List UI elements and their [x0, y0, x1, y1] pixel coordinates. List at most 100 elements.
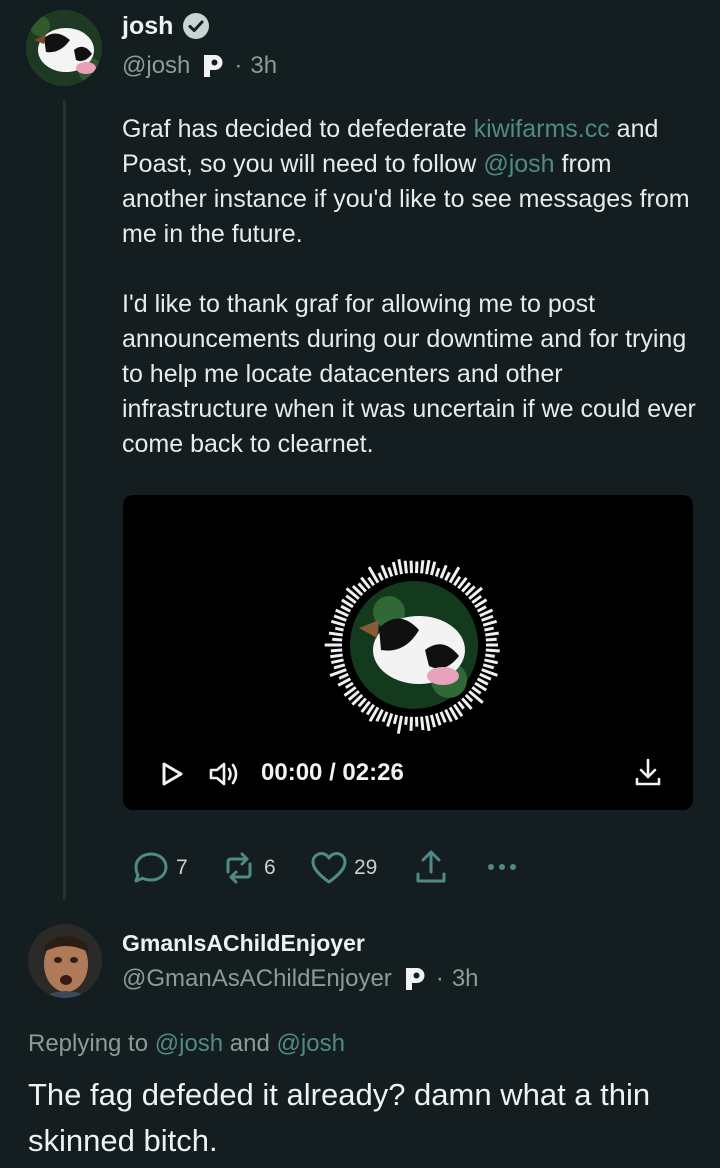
visualizer-bar — [429, 561, 437, 576]
visualizer-bar — [338, 672, 349, 680]
time-separator: · — [234, 52, 243, 79]
heart-icon — [311, 852, 347, 884]
visualizer-bar — [367, 576, 375, 587]
visualizer-bar — [471, 686, 482, 695]
reply-author-avatar[interactable] — [28, 924, 102, 998]
verified-badge-icon — [183, 13, 209, 39]
video-current-time: 00:00 — [261, 759, 323, 786]
visualizer-bar — [484, 658, 498, 665]
like-count: 29 — [354, 856, 378, 879]
visualizer-bar — [476, 605, 487, 613]
reply-icon — [134, 852, 168, 883]
visualizer-bar — [330, 619, 346, 627]
visualizer-bar — [334, 626, 344, 632]
replying-mention-1[interactable]: @josh — [155, 1030, 223, 1057]
visualizer-bar — [453, 575, 462, 587]
visualizer-bar — [332, 637, 343, 642]
replying-to-line: Replying to @josh and @josh — [28, 1030, 345, 1058]
reply-content: The fag defeded it already? damn what a … — [28, 1077, 651, 1158]
visualizer-bar — [485, 653, 495, 658]
visualizer-bar — [429, 714, 436, 728]
poast-instance-icon — [204, 55, 223, 77]
reply-count: 7 — [176, 856, 188, 879]
visualizer-bar — [464, 693, 474, 703]
post-action-bar: 7 6 29 — [0, 850, 720, 890]
more-icon — [488, 864, 516, 870]
visualizer-bar — [444, 709, 453, 723]
reply-author-handle[interactable]: @GmanAsAChildEnjoyer — [122, 965, 392, 993]
author-name[interactable]: josh — [122, 12, 173, 41]
author-avatar[interactable] — [26, 10, 102, 86]
visualizer-bar — [380, 564, 389, 579]
visualizer-bar — [420, 716, 425, 731]
visualizer-bar — [387, 566, 394, 577]
visualizer-bar — [434, 567, 441, 577]
volume-icon[interactable] — [208, 760, 242, 788]
video-artwork — [324, 558, 500, 734]
visualizer-bar — [444, 571, 451, 581]
author-handle[interactable]: @josh — [122, 52, 190, 80]
video-timecode: 00:00 / 02:26 — [261, 759, 404, 787]
post-text: Graf has decided to defederate — [122, 115, 474, 143]
reply-author-name[interactable]: GmanIsAChildEnjoyer — [122, 930, 365, 957]
boost-count: 6 — [264, 856, 276, 879]
visualizer-bar — [396, 715, 403, 734]
visualizer-bar — [425, 715, 431, 732]
replying-mention-2[interactable]: @josh — [277, 1030, 345, 1057]
visualizer-bar — [392, 714, 399, 725]
visualizer-bar — [476, 677, 489, 686]
visualizer-bar — [330, 648, 343, 653]
visualizer-bar — [439, 564, 448, 579]
timeline: josh @josh · 3h Graf has decided to defe… — [0, 0, 720, 1168]
post-time[interactable]: 3h — [250, 52, 277, 80]
mention-link[interactable]: @josh — [483, 150, 554, 178]
poast-instance-icon — [405, 968, 425, 990]
visualizer-bar — [357, 582, 367, 593]
visualizer-bar — [485, 648, 500, 653]
instance-link[interactable]: kiwifarms.cc — [474, 115, 610, 143]
share-button[interactable] — [414, 848, 448, 886]
visualizer-bar — [335, 608, 349, 618]
boost-icon — [226, 852, 252, 884]
reply-button[interactable]: 7 — [132, 850, 188, 886]
visualizer-bar — [397, 558, 403, 575]
visualizer-bar — [479, 608, 494, 618]
visualizer-bar — [484, 626, 494, 632]
visualizer-bar — [481, 614, 494, 622]
post-content: Graf has decided to defederate kiwifarms… — [122, 112, 697, 497]
visualizer-bar — [403, 560, 408, 574]
visualizer-bar — [333, 614, 347, 622]
reply-handle-row: @GmanAsAChildEnjoyer · 3h — [122, 965, 479, 993]
visualizer-bar — [357, 697, 367, 708]
more-options-button[interactable] — [484, 852, 520, 882]
replying-and-label: and — [223, 1030, 277, 1057]
reply-time[interactable]: 3h — [452, 965, 479, 993]
visualizer-bar — [328, 631, 343, 637]
post-paragraph-2: I'd like to thank graf for allowing me t… — [122, 290, 696, 458]
visualizer-bar — [479, 672, 492, 681]
visualizer-bar — [457, 700, 465, 710]
author-handle-row: @josh · 3h — [122, 52, 277, 80]
visualizer-bar — [331, 658, 344, 665]
download-icon[interactable] — [633, 757, 663, 789]
share-icon — [416, 850, 446, 883]
boost-button[interactable]: 6 — [220, 850, 276, 886]
visualizer-bar — [330, 653, 343, 659]
visualizer-bar — [485, 637, 497, 642]
visualizer-bar — [482, 619, 498, 627]
visualizer-bar — [425, 559, 431, 575]
visualizer-bar — [386, 713, 394, 727]
visualizer-bar — [381, 711, 389, 723]
visualizer-bar — [377, 572, 384, 581]
video-player[interactable]: 00:00 / 02:26 — [123, 495, 693, 810]
visualizer-bar — [375, 709, 384, 722]
visualizer-bar — [391, 561, 399, 576]
visualizer-bar — [340, 604, 352, 613]
play-icon[interactable] — [159, 761, 185, 787]
visualizer-bar — [485, 631, 499, 637]
visualizer-bar — [333, 663, 346, 670]
replying-to-label: Replying to — [28, 1030, 155, 1057]
like-button[interactable]: 29 — [310, 850, 377, 886]
visualizer-bar — [481, 668, 498, 677]
post-paragraph-1: Graf has decided to defederate kiwifarms… — [122, 112, 697, 252]
